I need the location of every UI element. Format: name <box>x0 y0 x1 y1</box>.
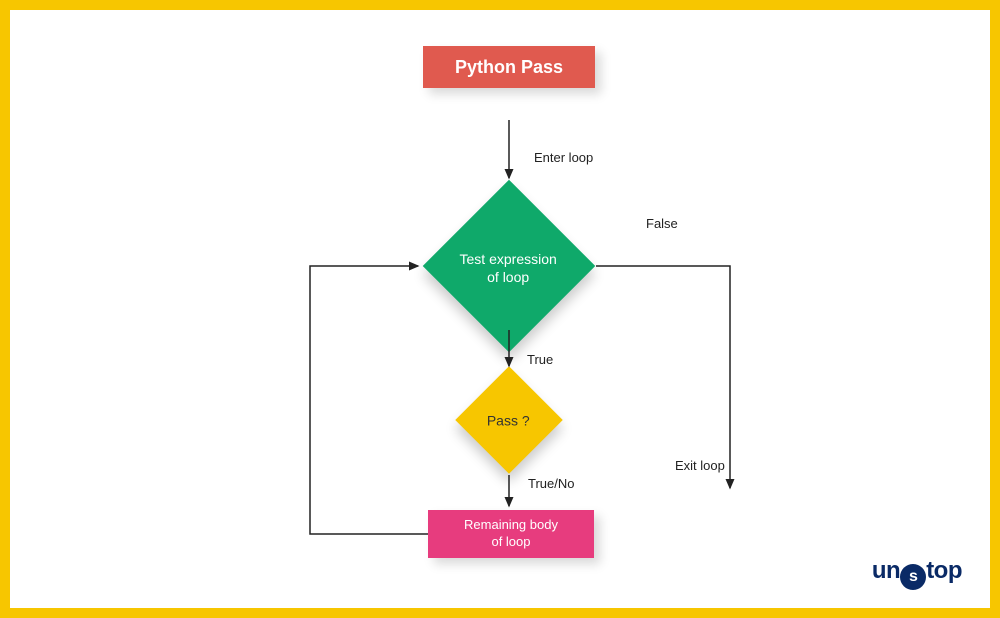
pass-check-node: Pass ? <box>455 366 562 473</box>
brand-logo: unstop <box>872 557 962 590</box>
remaining-body-line1: Remaining body <box>464 517 558 532</box>
brand-accent-icon: s <box>900 564 926 590</box>
enter-loop-label: Enter loop <box>534 150 593 165</box>
true-label: True <box>527 352 553 367</box>
true-no-label: True/No <box>528 476 574 491</box>
title-text: Python Pass <box>455 57 563 78</box>
brand-suffix: top <box>926 557 962 584</box>
remaining-body-node: Remaining body of loop <box>428 510 594 558</box>
brand-prefix: un <box>872 557 900 584</box>
test-expression-line2: of loop <box>487 269 529 285</box>
test-expression-label: Test expression of loop <box>456 250 560 286</box>
remaining-body-label: Remaining body of loop <box>464 517 558 551</box>
false-label: False <box>646 216 678 231</box>
test-expression-node: Test expression of loop <box>423 180 596 353</box>
diagram-canvas: Python Pass Test expression of loop Pass… <box>10 10 990 608</box>
pass-check-label: Pass ? <box>482 412 534 430</box>
exit-loop-label: Exit loop <box>675 458 725 473</box>
remaining-body-line2: of loop <box>491 534 530 549</box>
test-expression-line1: Test expression <box>460 251 557 267</box>
title-box: Python Pass <box>423 46 595 88</box>
